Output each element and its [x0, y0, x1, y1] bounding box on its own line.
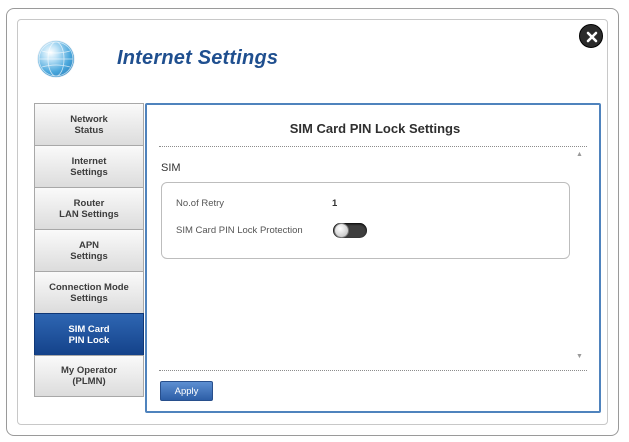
nav-label: Internet Settings	[70, 155, 108, 178]
nav-sim-card-pin-lock[interactable]: SIM Card PIN Lock	[34, 313, 144, 355]
pin-lock-label: SIM Card PIN Lock Protection	[176, 225, 303, 236]
sim-settings-card: No.of Retry 1 SIM Card PIN Lock Protecti…	[161, 182, 570, 259]
nav-label: Network Status	[70, 113, 108, 136]
nav-connection-mode-settings[interactable]: Connection Mode Settings	[34, 271, 144, 313]
apply-button[interactable]: Apply	[160, 381, 213, 401]
section-label: SIM	[161, 162, 181, 174]
close-icon	[586, 31, 598, 43]
nav-network-status[interactable]: Network Status	[34, 103, 144, 145]
nav-my-operator-plmn[interactable]: My Operator (PLMN)	[34, 355, 144, 397]
nav-label: SIM Card PIN Lock	[68, 323, 110, 346]
retry-label: No.of Retry	[176, 198, 225, 209]
divider	[159, 146, 587, 147]
pin-lock-toggle[interactable]	[333, 223, 367, 238]
nav-label: Router LAN Settings	[59, 197, 119, 220]
nav-router-lan-settings[interactable]: Router LAN Settings	[34, 187, 144, 229]
retry-value: 1	[332, 198, 338, 209]
nav-apn-settings[interactable]: APN Settings	[34, 229, 144, 271]
nav-internet-settings[interactable]: Internet Settings	[34, 145, 144, 187]
settings-nav: Network Status Internet Settings Router …	[34, 103, 144, 397]
scroll-down-arrow[interactable]: ▼	[576, 353, 583, 360]
scroll-up-arrow[interactable]: ▲	[576, 151, 583, 158]
nav-label: APN Settings	[70, 239, 108, 262]
globe-icon	[38, 41, 74, 77]
close-button[interactable]	[579, 24, 603, 48]
nav-label: My Operator (PLMN)	[61, 365, 117, 387]
nav-label: Connection Mode Settings	[49, 281, 129, 304]
panel-title: SIM Card PIN Lock Settings	[289, 121, 461, 136]
divider	[159, 370, 587, 371]
window-title: Internet Settings	[117, 47, 279, 69]
content-panel: SIM Card PIN Lock Settings SIM ▲ No.of R…	[145, 103, 601, 413]
toggle-knob	[334, 223, 349, 238]
